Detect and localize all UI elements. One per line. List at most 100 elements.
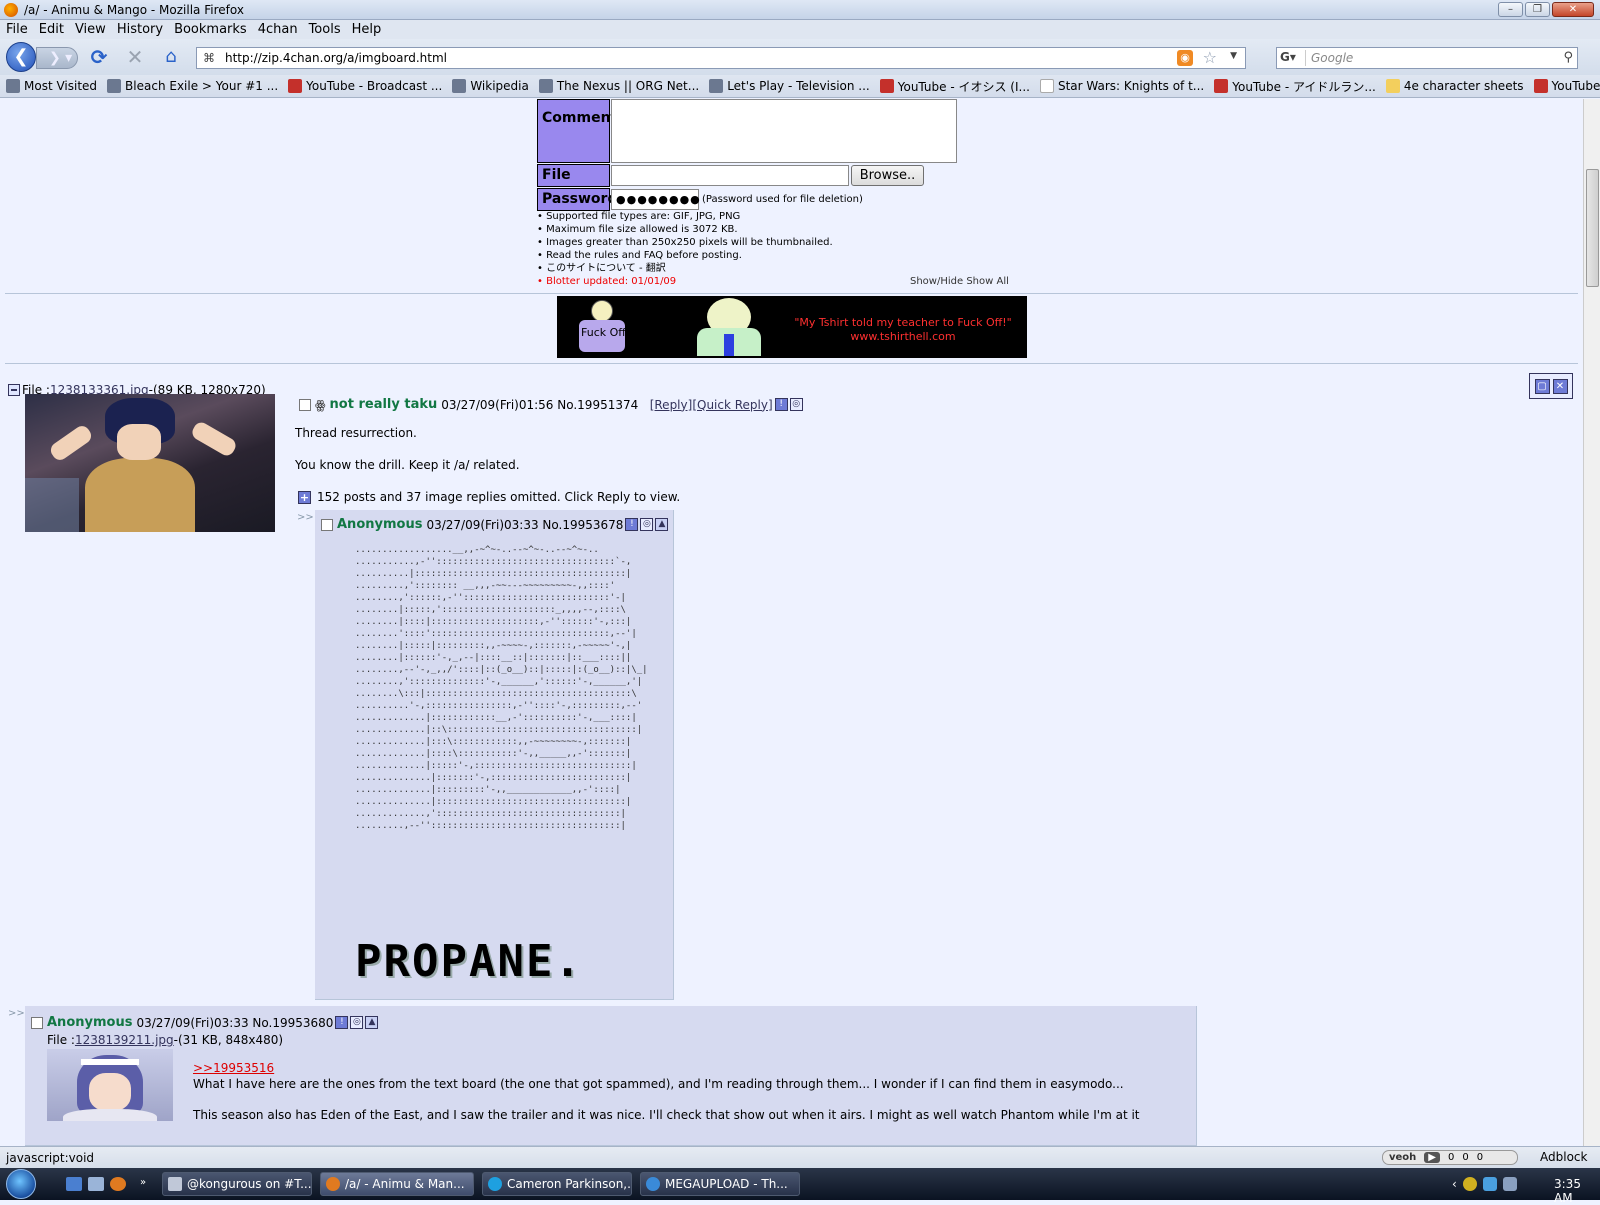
forward-button[interactable]: ❯ ▾ bbox=[36, 47, 78, 69]
post-number[interactable]: No.19951374 bbox=[557, 398, 638, 412]
password-field[interactable]: ●●●●●●●● bbox=[611, 189, 700, 210]
bookmark-item[interactable]: The Nexus || ORG Net... bbox=[538, 79, 699, 93]
close-button[interactable]: ✕ bbox=[1552, 2, 1594, 17]
watch-icon[interactable]: ◎ bbox=[640, 518, 654, 531]
hide-thread-icon[interactable] bbox=[8, 384, 20, 396]
bookmark-item[interactable]: Most Visited bbox=[6, 79, 97, 93]
quick-reply-link[interactable]: [Quick Reply] bbox=[692, 398, 772, 412]
tray-app-icon[interactable] bbox=[1462, 1177, 1477, 1191]
bookmark-item[interactable]: Bleach Exile > Your #1 ... bbox=[107, 79, 278, 93]
bookmark-item[interactable]: 4e character sheets bbox=[1385, 79, 1524, 93]
menu-view[interactable]: View bbox=[75, 22, 106, 37]
thread-toggle-icon[interactable]: ▢ bbox=[1534, 378, 1550, 394]
rss-icon[interactable]: ◉ bbox=[1177, 50, 1193, 66]
bookmark-item[interactable]: YouTube - Sivastopol ... bbox=[1533, 79, 1600, 93]
scrollbar-thumb[interactable] bbox=[1586, 169, 1599, 287]
menu-history[interactable]: History bbox=[117, 22, 163, 37]
google-engine-icon[interactable]: G▾ bbox=[1280, 50, 1306, 66]
banner-ad[interactable]: Fuck Off! "My Tshirt told my teacher to … bbox=[557, 296, 1027, 358]
status-text: javascript:void bbox=[6, 1150, 95, 1165]
quote-link[interactable]: >>19953516 bbox=[193, 1061, 274, 1075]
blotter-link[interactable]: • Blotter updated: 01/01/09 bbox=[537, 275, 833, 288]
menu-tools[interactable]: Tools bbox=[309, 22, 341, 37]
adblock-button[interactable]: Adblock bbox=[1540, 1150, 1587, 1164]
back-button[interactable]: ❮ bbox=[6, 42, 36, 72]
quicklaunch-overflow-icon[interactable]: » bbox=[140, 1177, 150, 1191]
taskbar-item[interactable]: Cameron Parkinson,... bbox=[482, 1172, 632, 1196]
post-number[interactable]: No.19953680 bbox=[252, 1016, 333, 1030]
image-search-icon[interactable]: ▲ bbox=[655, 518, 669, 531]
bookmark-item[interactable]: YouTube - アイドルラン... bbox=[1214, 78, 1376, 95]
reply-file-link[interactable]: 1238139211.jpg bbox=[75, 1033, 174, 1047]
reply-thumbnail[interactable] bbox=[47, 1049, 173, 1121]
home-icon[interactable]: ⌂ bbox=[160, 47, 182, 69]
tray-expand-icon[interactable]: ‹ bbox=[1452, 1177, 1457, 1191]
op-thumbnail[interactable] bbox=[25, 394, 275, 532]
status-bar: javascript:void veoh ▶ 0 0 0 Adblock bbox=[0, 1146, 1600, 1168]
delete-checkbox[interactable] bbox=[321, 518, 333, 531]
browse-button[interactable]: Browse.. bbox=[851, 165, 924, 186]
url-bar[interactable]: ⌘ http://zip.4chan.org/a/imgboard.html ◉… bbox=[196, 47, 1246, 69]
report-icon[interactable]: ! bbox=[625, 518, 639, 531]
poster-name: Anonymous bbox=[47, 1015, 133, 1030]
taskbar-item[interactable]: MEGAUPLOAD - Th... bbox=[640, 1172, 800, 1196]
bookmark-item[interactable]: Let's Play - Television ... bbox=[709, 79, 870, 93]
url-dropdown-icon[interactable]: ▼ bbox=[1230, 51, 1237, 61]
rule-item: • Images greater than 250x250 pixels wil… bbox=[537, 237, 833, 248]
clock[interactable]: 3:35 AM bbox=[1554, 1177, 1600, 1205]
bookmark-item[interactable]: YouTube - イオシス (I... bbox=[879, 78, 1030, 95]
start-button[interactable] bbox=[6, 1169, 36, 1199]
firefox-quicklaunch-icon[interactable] bbox=[110, 1177, 126, 1191]
tv-icon bbox=[709, 79, 724, 93]
taskbar-item[interactable]: /a/ - Animu & Man... bbox=[320, 1172, 474, 1196]
delete-checkbox[interactable] bbox=[299, 398, 311, 411]
reply-link[interactable]: [Reply] bbox=[650, 398, 693, 412]
user-icon: ꙮ bbox=[315, 397, 326, 412]
watch-icon[interactable]: ◎ bbox=[350, 1016, 364, 1029]
taskbar-item[interactable]: @kongurous on #T... bbox=[162, 1172, 312, 1196]
search-bar[interactable]: G▾ Google ⚲ bbox=[1276, 47, 1578, 69]
bookmark-star-icon[interactable]: ☆ bbox=[1203, 48, 1217, 67]
bookmark-item[interactable]: Wikipedia bbox=[452, 79, 529, 93]
post-number[interactable]: No.19953678 bbox=[542, 518, 623, 532]
rule-item[interactable]: • Read the rules and FAQ before posting. bbox=[537, 249, 833, 262]
expand-thread-icon[interactable]: + bbox=[298, 490, 311, 504]
url-text: http://zip.4chan.org/a/imgboard.html bbox=[225, 51, 447, 65]
comment-textarea[interactable] bbox=[611, 99, 957, 163]
showhide-link[interactable]: Show/Hide Show All bbox=[910, 276, 1009, 287]
reload-icon[interactable]: ⟳ bbox=[88, 47, 110, 69]
wikipedia-icon bbox=[452, 79, 467, 93]
veoh-widget[interactable]: veoh ▶ 0 0 0 bbox=[1382, 1150, 1518, 1165]
menu-bookmarks[interactable]: Bookmarks bbox=[174, 22, 247, 37]
search-icon[interactable]: ⚲ bbox=[1563, 50, 1573, 65]
watch-icon[interactable]: ◎ bbox=[789, 398, 803, 411]
thread-controls: ▢ ✕ bbox=[1529, 373, 1573, 399]
site-identity-icon[interactable]: ⌘ bbox=[203, 51, 215, 65]
menu-help[interactable]: Help bbox=[352, 22, 382, 37]
minimize-button[interactable]: – bbox=[1498, 2, 1523, 17]
stop-icon[interactable]: ✕ bbox=[124, 47, 146, 69]
maximize-button[interactable]: ❐ bbox=[1525, 2, 1550, 17]
image-search-icon[interactable]: ▲ bbox=[365, 1016, 379, 1029]
report-icon[interactable]: ! bbox=[774, 398, 788, 411]
delete-checkbox[interactable] bbox=[31, 1016, 43, 1029]
menu-edit[interactable]: Edit bbox=[39, 22, 64, 37]
thread-expand-icon[interactable]: ✕ bbox=[1552, 378, 1568, 394]
page-content: Comment File Browse.. Password ●●●●●●●● … bbox=[0, 99, 1583, 1146]
bookmark-item[interactable]: YouTube - Broadcast ... bbox=[288, 79, 442, 93]
report-icon[interactable]: ! bbox=[335, 1016, 349, 1029]
volume-icon[interactable] bbox=[1502, 1177, 1517, 1191]
explorer-icon[interactable] bbox=[88, 1177, 104, 1191]
veoh-play-icon[interactable]: ▶ bbox=[1424, 1152, 1440, 1163]
file-input[interactable] bbox=[611, 165, 849, 186]
bookmarks-toolbar: Most Visited Bleach Exile > Your #1 ... … bbox=[0, 75, 1600, 98]
poster-name: not really taku bbox=[329, 397, 438, 412]
file-label: File bbox=[537, 164, 610, 187]
rule-item[interactable]: • このサイトについて - 翻訳 bbox=[537, 262, 833, 275]
network-icon[interactable] bbox=[1482, 1177, 1497, 1191]
menu-file[interactable]: File bbox=[6, 22, 28, 37]
menu-4chan[interactable]: 4chan bbox=[258, 22, 298, 37]
show-desktop-icon[interactable] bbox=[66, 1177, 82, 1191]
vertical-scrollbar[interactable] bbox=[1583, 99, 1600, 1146]
bookmark-item[interactable]: Star Wars: Knights of t... bbox=[1039, 79, 1204, 93]
